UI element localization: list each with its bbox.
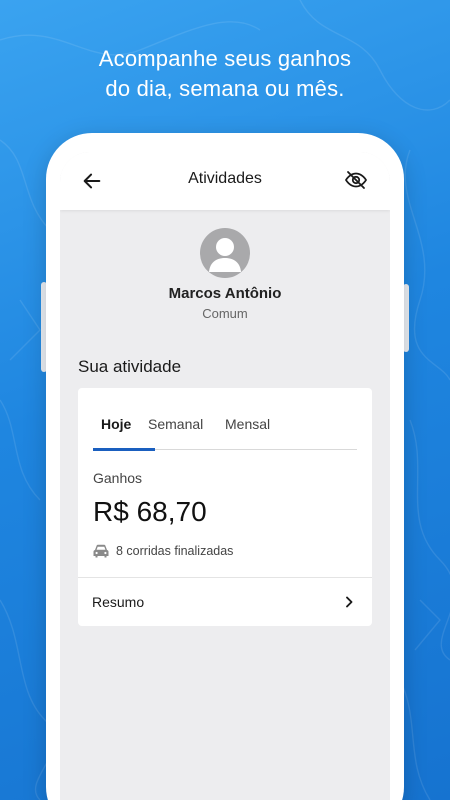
summary-label: Resumo (92, 594, 145, 610)
rides-count-text: 8 corridas finalizadas (116, 544, 234, 558)
car-icon (93, 544, 109, 558)
user-tier: Comum (202, 306, 248, 321)
app-header: Atividades (60, 152, 390, 210)
tab-hoje[interactable]: Hoje (101, 416, 131, 450)
eye-off-icon[interactable] (344, 168, 368, 192)
user-name: Marcos Antônio (168, 285, 282, 302)
page-title: Atividades (188, 170, 262, 187)
promo-headline-line1: Acompanhe seus ganhos (98, 46, 352, 71)
tab-mensal[interactable]: Mensal (225, 416, 270, 450)
earnings-value: R$ 68,70 (93, 496, 207, 527)
phone-screen: Atividades Marcos Antônio Comum Sua ativ… (60, 152, 390, 800)
promo-headline-line2: do dia, semana ou mês. (105, 76, 345, 101)
activity-section-title: Sua atividade (78, 357, 182, 376)
chevron-right-icon (346, 596, 353, 608)
active-tab-indicator (93, 448, 155, 451)
user-silhouette-icon (209, 238, 241, 272)
summary-row[interactable]: Resumo (78, 578, 372, 626)
avatar (200, 228, 250, 278)
earnings-label: Ganhos (93, 470, 143, 486)
period-tabs: Hoje Semanal Mensal (93, 416, 357, 451)
promo-headline: Acompanhe seus ganhos do dia, semana ou … (0, 44, 450, 104)
tab-semanal[interactable]: Semanal (148, 416, 203, 450)
activity-card: Hoje Semanal Mensal Ganhos R$ 68,70 8 co… (78, 388, 372, 626)
